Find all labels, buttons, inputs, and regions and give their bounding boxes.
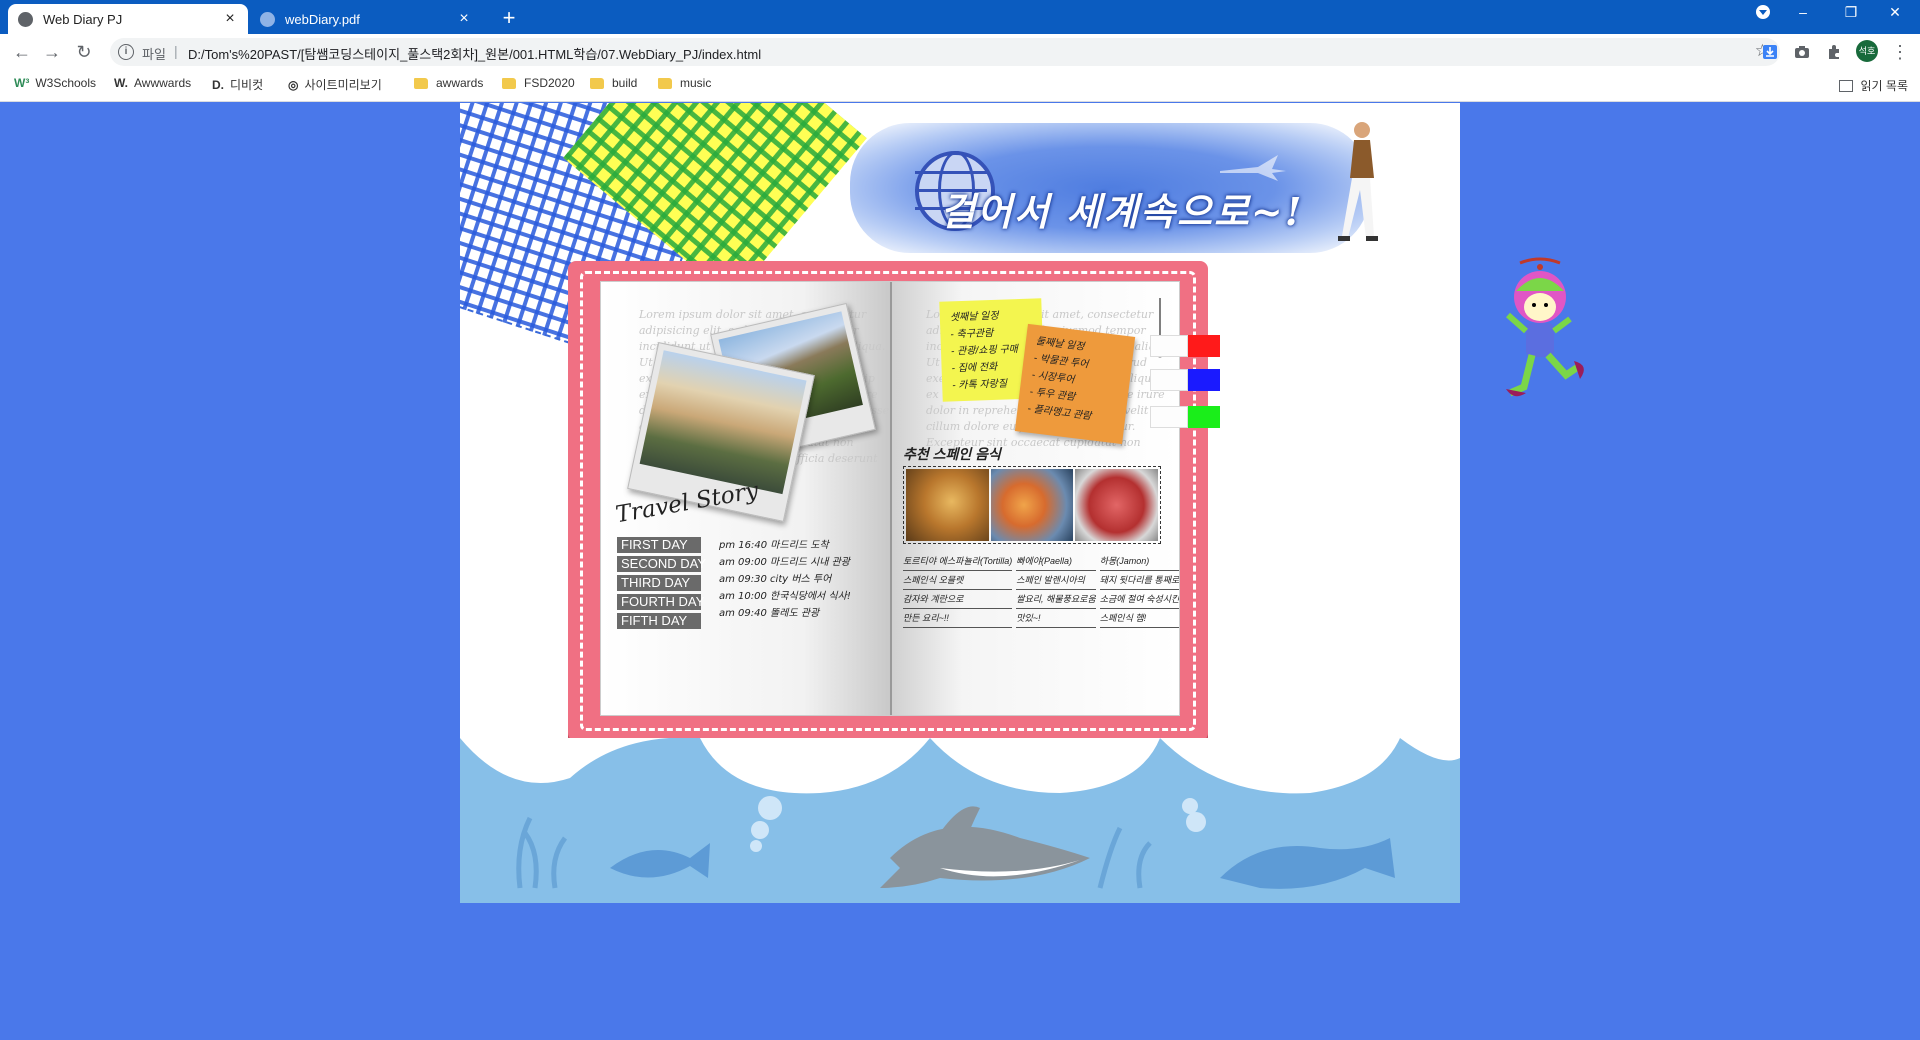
tab-webdiary-pdf[interactable]: webDiary.pdf × [250, 4, 482, 34]
bookmark-dbcut[interactable]: D. 디비컷 [212, 76, 263, 93]
lorem-line: Lorem ipsum dolor sit amet, consectetur [639, 308, 867, 321]
waves-and-fish [460, 738, 1460, 889]
diary-page: 걸어서 세계속으로~! Lorem ipsum dolor sit amet, … [460, 103, 1460, 903]
restore-button[interactable]: ❐ [1834, 4, 1868, 21]
tab-web-diary[interactable]: Web Diary PJ × [8, 4, 248, 34]
dbcut-icon: D. [212, 77, 224, 92]
folder-icon [414, 77, 428, 89]
tab-title: Web Diary PJ [43, 11, 123, 27]
food-caption: 하몽(Jamon) 돼지 뒷다리를 통째로 소금에 절여 숙성시킨 스페인식 햄! [1099, 552, 1180, 628]
bookmark-tab-green[interactable] [1150, 406, 1220, 428]
reading-list-icon [1838, 79, 1853, 92]
schedule-item: pm 16:40 마드리드 도착 [719, 540, 829, 551]
mascot-character [1506, 257, 1584, 397]
travel-diary-book: Lorem ipsum dolor sit amet, consectetur a… [568, 261, 1208, 741]
schedule-item: am 09:00 마드리드 시내 관광 [719, 557, 851, 568]
page-headline: 걸어서 세계속으로~! [940, 189, 1304, 234]
separator: | [174, 43, 178, 59]
browser-toolbar: ← → ↻ i 파일 | D:/Tom's%20PAST/[탐쌤코딩스테이지_풀… [0, 34, 1920, 70]
food-section-title: 추천 스페인 음식 [903, 446, 1001, 462]
w3schools-icon: W³ [14, 76, 30, 90]
extensions-icon[interactable] [1826, 44, 1842, 60]
info-icon[interactable]: i [118, 44, 134, 60]
sticky-note-orange: 둘째날 일정 - 박물관 투어 - 시장투어 - 투우 관람 - 플라멩고 관람 [1014, 323, 1136, 445]
day-label: SECOND DAY [617, 556, 706, 572]
close-tab-icon[interactable]: × [456, 10, 472, 28]
menu-icon[interactable]: ⋮ [1888, 40, 1912, 64]
bookmark-tab-red[interactable] [1150, 335, 1220, 357]
url-text[interactable]: D:/Tom's%20PAST/[탐쌤코딩스테이지_풀스택2회차]_원본/001… [188, 44, 761, 63]
airplane-icon [1220, 155, 1286, 181]
food-caption: 빠에야(Paella) 스페인 발렌시아의 쌀요리, 해물풍요로움 맛있~! [1016, 552, 1096, 628]
profile-menu-icon[interactable] [1746, 4, 1780, 23]
globe-icon [260, 11, 275, 27]
food-captions: 토르티야 에스파뇰라(Tortilla) 스페인식 오믈렛 감자와 계란으로 만든 요… [903, 552, 1180, 628]
bookmark-folder-fsd2020[interactable]: FSD2020 [502, 76, 575, 90]
food-photo-strip [903, 466, 1161, 544]
tab-title: webDiary.pdf [285, 11, 360, 27]
new-tab-button[interactable]: + [496, 5, 522, 31]
forward-button[interactable]: → [40, 40, 64, 64]
avatar[interactable]: 석호 [1856, 40, 1878, 62]
schedule-item: am 09:30 city 버스 투어 [719, 574, 832, 585]
globe-icon [18, 11, 33, 27]
back-button[interactable]: ← [10, 40, 34, 64]
bookmark-w3schools[interactable]: W³ W3Schools [14, 76, 96, 90]
walking-man-illustration [1338, 122, 1378, 241]
book-gutter [890, 282, 892, 715]
browser-tab-strip: Web Diary PJ × webDiary.pdf × + – ❐ ✕ [0, 0, 1920, 34]
close-tab-icon[interactable]: × [222, 10, 238, 28]
download-icon[interactable] [1762, 44, 1778, 60]
day-label: THIRD DAY [617, 575, 701, 591]
day-list: FIRST DAY SECOND DAY THIRD DAY FOURTH DA… [617, 537, 706, 632]
protocol-label: 파일 [142, 47, 166, 62]
folder-icon [502, 77, 516, 89]
bookmark-site-preview[interactable]: ◎ 사이트미리보기 [288, 76, 382, 93]
bookmark-awwwards[interactable]: W. Awwwards [114, 76, 191, 90]
bookmarks-bar: W³ W3Schools W. Awwwards D. 디비컷 ◎ 사이트미리보기 aw… [0, 70, 1920, 102]
food-photo-paella [990, 469, 1074, 541]
food-photo-tortilla [906, 469, 989, 541]
schedule-list: pm 16:40 마드리드 도착 am 09:00 마드리드 시내 관광 am … [719, 538, 851, 623]
schedule-item: am 10:00 한국식당에서 식사! [719, 591, 851, 602]
bookmark-folder-build[interactable]: build [590, 76, 637, 90]
bookmark-tab-blue[interactable] [1150, 369, 1220, 391]
folder-icon [590, 77, 604, 89]
day-label: FIFTH DAY [617, 613, 701, 629]
minimize-button[interactable]: – [1786, 4, 1820, 20]
globe-icon: ◎ [288, 77, 299, 92]
lamp-icon [1151, 298, 1169, 358]
schedule-item: am 09:40 똘레도 관광 [719, 608, 820, 619]
day-label: FIRST DAY [617, 537, 701, 553]
food-photo-jamon [1075, 469, 1159, 541]
ocean-scene [460, 738, 1460, 903]
folder-icon [658, 77, 672, 89]
open-book-pages: Lorem ipsum dolor sit amet, consectetur a… [600, 281, 1180, 716]
reading-list-button[interactable]: 읽기 목록 [1838, 77, 1908, 94]
reload-button[interactable]: ↻ [72, 40, 96, 64]
address-bar[interactable]: i 파일 | D:/Tom's%20PAST/[탐쌤코딩스테이지_풀스택2회차]… [110, 38, 1780, 66]
bookmark-folder-awwards[interactable]: awwards [414, 76, 483, 90]
awwwards-icon: W. [114, 76, 128, 90]
camera-icon[interactable] [1794, 44, 1810, 60]
bookmark-folder-music[interactable]: music [658, 76, 711, 90]
close-window-button[interactable]: ✕ [1878, 4, 1912, 21]
food-caption: 토르티야 에스파뇰라(Tortilla) 스페인식 오믈렛 감자와 계란으로 만든 요… [903, 552, 1013, 628]
day-label: FOURTH DAY [617, 594, 704, 610]
